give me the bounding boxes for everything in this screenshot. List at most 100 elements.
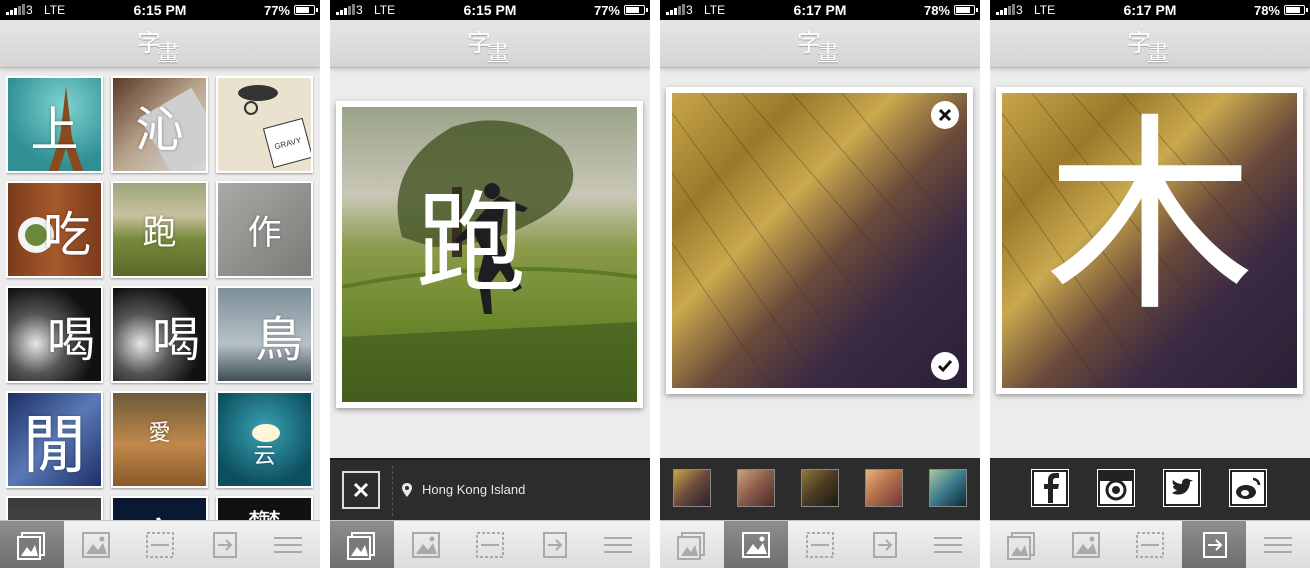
- tab-gallery[interactable]: [330, 521, 394, 568]
- tab-menu[interactable]: [916, 521, 980, 568]
- nav-bar: 字 畫: [330, 20, 650, 68]
- tile-char: 吃: [42, 206, 91, 263]
- filter-thumb-4[interactable]: [865, 469, 903, 507]
- screen-gallery: 3 LTE 6:15 PM 77% 字 畫 上 沁 GRAVY 吃 跑 作 喝 …: [0, 0, 320, 568]
- tab-edit[interactable]: [128, 521, 192, 568]
- tile-char: 鬱: [218, 498, 311, 520]
- tab-bar: [0, 520, 320, 568]
- grid-tile-gravy[interactable]: GRAVY: [216, 76, 313, 173]
- menu-icon: [604, 536, 632, 553]
- battery-percent: 78%: [923, 3, 950, 18]
- export-icon: [543, 531, 567, 558]
- tile-char: 愛: [148, 421, 171, 446]
- wood-grain-image: [672, 93, 967, 388]
- tab-gallery[interactable]: [660, 521, 724, 568]
- edit-icon: [1136, 531, 1164, 558]
- share-weibo-button[interactable]: [1229, 469, 1267, 507]
- tab-menu[interactable]: [586, 521, 650, 568]
- photo-final[interactable]: 木: [1002, 93, 1297, 388]
- tab-export[interactable]: [852, 521, 916, 568]
- grid-tile-coffee-2[interactable]: 喝: [111, 286, 208, 383]
- tab-edit[interactable]: [788, 521, 852, 568]
- filter-thumb-1[interactable]: [673, 469, 711, 507]
- tab-menu[interactable]: [256, 521, 320, 568]
- photo-card: [666, 87, 973, 394]
- tab-gallery[interactable]: [990, 521, 1054, 568]
- app-logo: 字 畫: [795, 23, 845, 67]
- grid-tile-row5-a[interactable]: [6, 496, 103, 520]
- grid-tile-row5-b[interactable]: 字: [111, 496, 208, 520]
- status-bar: 3 LTE 6:15 PM 77%: [0, 0, 320, 20]
- export-icon: [873, 531, 897, 558]
- weibo-icon: [1230, 470, 1266, 506]
- tab-photo[interactable]: [724, 521, 788, 568]
- check-icon: [932, 353, 958, 379]
- nav-bar: 字 畫: [660, 20, 980, 68]
- grid-tile-salad[interactable]: 吃: [6, 181, 103, 278]
- nav-bar: 字 畫: [990, 20, 1310, 68]
- grid-tile-keyboard[interactable]: 沁: [111, 76, 208, 173]
- status-bar: 3 LTE 6:17 PM 78%: [660, 0, 980, 20]
- twitter-icon: [1164, 470, 1200, 506]
- close-icon: [932, 102, 958, 128]
- export-icon: [1203, 531, 1227, 558]
- share-instagram-button[interactable]: [1097, 469, 1135, 507]
- filter-thumb-2[interactable]: [737, 469, 775, 507]
- close-icon: [353, 482, 369, 498]
- grid-tile-concrete[interactable]: 作: [216, 181, 313, 278]
- overlay-character[interactable]: 木: [1040, 113, 1260, 323]
- location-button[interactable]: Hong Kong Island: [402, 482, 525, 497]
- filter-thumb-3[interactable]: [801, 469, 839, 507]
- filter-thumb-5[interactable]: [929, 469, 967, 507]
- grid-tile-birds[interactable]: 鳥: [216, 286, 313, 383]
- tab-photo[interactable]: [394, 521, 458, 568]
- tab-gallery[interactable]: [0, 521, 64, 568]
- tile-char: 上: [30, 101, 79, 158]
- instagram-icon: [1098, 470, 1134, 506]
- grid-tile-coffee-1[interactable]: 喝: [6, 286, 103, 383]
- photo-grid: 上 沁 GRAVY 吃 跑 作 喝 喝 鳥 閒 愛 云: [6, 76, 314, 520]
- tab-export[interactable]: [192, 521, 256, 568]
- grid-tile-row5-c[interactable]: 鬱: [216, 496, 313, 520]
- tab-export[interactable]: [522, 521, 586, 568]
- grid-tile-cloud[interactable]: 云: [216, 391, 313, 488]
- tile-char: 云: [253, 443, 276, 469]
- tile-char: 鳥: [254, 311, 303, 368]
- grid-tile-park[interactable]: 跑: [111, 181, 208, 278]
- battery-percent: 78%: [1253, 3, 1280, 18]
- confirm-button[interactable]: [931, 352, 959, 380]
- battery-percent: 77%: [593, 3, 620, 18]
- export-icon: [213, 531, 237, 558]
- screen-share: 3 LTE 6:17 PM 78% 字 畫 木: [990, 0, 1310, 568]
- grid-tile-window[interactable]: 閒: [6, 391, 103, 488]
- menu-icon: [274, 536, 302, 553]
- tile-char: 閒: [22, 408, 87, 483]
- logo-char-2: 畫: [1147, 42, 1170, 67]
- tab-export[interactable]: [1182, 521, 1246, 568]
- tab-edit[interactable]: [458, 521, 522, 568]
- share-facebook-button[interactable]: [1031, 469, 1069, 507]
- gallery-icon: [347, 531, 375, 560]
- tab-edit[interactable]: [1118, 521, 1182, 568]
- grid-tile-eiffel[interactable]: 上: [6, 76, 103, 173]
- share-twitter-button[interactable]: [1163, 469, 1201, 507]
- grid-tile-autumn[interactable]: 愛: [111, 391, 208, 488]
- gallery-icon: [677, 531, 705, 560]
- logo-char-2: 畫: [157, 42, 180, 67]
- tab-photo[interactable]: [64, 521, 128, 568]
- tab-menu[interactable]: [1246, 521, 1310, 568]
- gallery-icon: [17, 531, 45, 560]
- photo-wood[interactable]: [672, 93, 967, 388]
- tile-char: 跑: [142, 213, 177, 253]
- status-bar: 3 LTE 6:17 PM 78%: [990, 0, 1310, 20]
- nav-bar: 字 畫: [0, 20, 320, 68]
- close-overlay-button[interactable]: [931, 101, 959, 129]
- discard-button[interactable]: [342, 471, 380, 509]
- logo-char-2: 畫: [817, 42, 840, 67]
- photo-card: 木: [996, 87, 1303, 394]
- photo-park[interactable]: 跑: [342, 107, 637, 402]
- tab-photo[interactable]: [1054, 521, 1118, 568]
- overlay-character[interactable]: 跑: [416, 189, 526, 299]
- app-logo: 字 畫: [465, 23, 515, 67]
- tile-char: 喝: [46, 311, 95, 368]
